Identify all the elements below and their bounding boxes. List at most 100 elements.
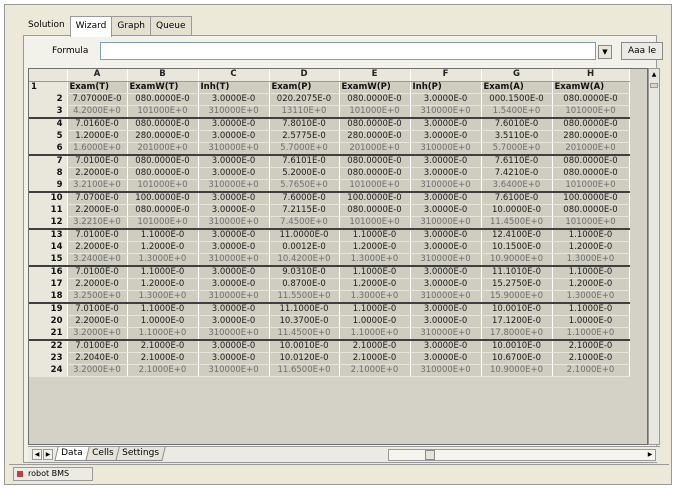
grid-cell[interactable]: 2.1000E+0 — [339, 364, 411, 377]
grid-cell[interactable]: 1.2000E-0 — [127, 241, 199, 254]
grid-cell[interactable]: 3.0000E-0 — [410, 264, 482, 279]
grid-cell[interactable]: 310000E+0 — [410, 327, 482, 340]
grid-cell[interactable]: 3.2500E+0 — [67, 290, 128, 303]
formula-input[interactable] — [100, 42, 596, 60]
grid-cell[interactable]: 2.5775E-0 — [269, 130, 340, 143]
grid-cell[interactable]: 101000E+0 — [339, 105, 411, 118]
grid-cell[interactable]: Inh(P) — [410, 81, 482, 94]
grid-cell[interactable]: 3.2100E+0 — [67, 179, 128, 192]
grid-cell[interactable]: 310000E+0 — [410, 142, 482, 155]
grid-cell[interactable]: 3.2000E+0 — [67, 327, 128, 340]
grid-cell[interactable]: 11.0000E-0 — [269, 227, 340, 242]
grid-cell[interactable]: 1.1000E-0 — [552, 227, 630, 242]
grid-cell[interactable]: 3.0000E-0 — [410, 204, 482, 217]
row-number[interactable]: 9 — [29, 179, 68, 192]
grid-cell[interactable]: 1.0000E-0 — [552, 315, 630, 328]
grid-cell[interactable]: 101000E+0 — [127, 216, 199, 229]
grid-cell[interactable]: 1.3000E+0 — [339, 253, 411, 266]
row-number[interactable]: 12 — [29, 216, 68, 229]
grid-cell[interactable]: 080.0000E-0 — [552, 204, 630, 217]
grid-cell[interactable]: 10.3700E-0 — [269, 315, 340, 328]
grid-cell[interactable]: 3.0000E-0 — [198, 190, 270, 205]
grid-cell[interactable]: 310000E+0 — [198, 290, 270, 303]
grid-cell[interactable]: 11.1000E-0 — [269, 301, 340, 316]
grid-cell[interactable]: 1.1000E-0 — [127, 301, 199, 316]
grid-cell[interactable]: Exam(T) — [67, 81, 128, 94]
grid-cell[interactable]: 7.07000E-0 — [67, 93, 128, 106]
grid-cell[interactable]: 1.5400E+0 — [481, 105, 553, 118]
row-number[interactable]: 20 — [29, 315, 68, 328]
column-header-g[interactable]: G — [481, 69, 553, 82]
grid-cell[interactable]: 7.2115E-0 — [269, 204, 340, 217]
grid-cell[interactable]: 080.0000E-0 — [552, 93, 630, 106]
grid-cell[interactable]: 100.0000E-0 — [339, 190, 411, 205]
grid-cell[interactable]: 1.2000E-0 — [67, 130, 128, 143]
row-number[interactable]: 18 — [29, 290, 68, 303]
grid-cell[interactable]: 3.0000E-0 — [198, 227, 270, 242]
grid-cell[interactable]: 3.0000E-0 — [410, 301, 482, 316]
grid-cell[interactable]: 1.2000E-0 — [339, 241, 411, 254]
grid-cell[interactable]: 201000E+0 — [127, 142, 199, 155]
grid-cell[interactable]: 080.0000E-0 — [339, 204, 411, 217]
grid-cell[interactable]: 7.4210E-0 — [481, 167, 553, 180]
row-number[interactable]: 14 — [29, 241, 68, 254]
grid-cell[interactable]: 1.1000E-0 — [339, 264, 411, 279]
horizontal-scrollbar[interactable]: ▶ — [388, 449, 656, 461]
grid-cell[interactable]: 7.0700E-0 — [67, 190, 128, 205]
row-number[interactable]: 23 — [29, 352, 68, 365]
grid-cell[interactable]: 3.0000E-0 — [410, 241, 482, 254]
grid-cell[interactable]: 3.5110E-0 — [481, 130, 553, 143]
row-number[interactable]: 2 — [29, 93, 68, 106]
grid-cell[interactable]: 2.1000E-0 — [127, 352, 199, 365]
grid-cell[interactable]: 3.0000E-0 — [410, 315, 482, 328]
grid-cell[interactable]: 3.0000E-0 — [410, 278, 482, 291]
grid-cell[interactable]: 2.2000E-0 — [67, 204, 128, 217]
row-number[interactable]: 1 — [29, 81, 68, 94]
tab-wizard[interactable]: Wizard — [69, 16, 113, 37]
grid-cell[interactable]: 10.9000E+0 — [481, 253, 553, 266]
grid-cell[interactable]: 310000E+0 — [410, 216, 482, 229]
grid-cell[interactable]: 5.7000E+0 — [481, 142, 553, 155]
grid-cell[interactable]: 7.6000E-0 — [269, 190, 340, 205]
sheet-tab-cells[interactable]: Cells — [84, 447, 120, 461]
grid-cell[interactable]: 3.0000E-0 — [410, 93, 482, 106]
grid-cell[interactable]: 101000E+0 — [339, 216, 411, 229]
grid-cell[interactable]: 1.2000E-0 — [552, 278, 630, 291]
grid-cell[interactable]: 3.0000E-0 — [410, 130, 482, 143]
grid-cell[interactable]: 1.0000E-0 — [127, 315, 199, 328]
grid-cell[interactable]: 2.1000E-0 — [552, 352, 630, 365]
sheet-tab-data[interactable]: Data — [54, 447, 90, 461]
grid-cell[interactable]: 080.0000E-0 — [127, 153, 199, 168]
grid-cell[interactable]: 080.0000E-0 — [127, 116, 199, 131]
grid-cell[interactable]: 10.0010E-0 — [481, 338, 553, 353]
grid-cell[interactable]: 11.4500E+0 — [269, 327, 340, 340]
grid-cell[interactable]: 100.0000E-0 — [552, 190, 630, 205]
grid-cell[interactable]: 3.0000E-0 — [198, 338, 270, 353]
grid-cell[interactable]: 310000E+0 — [410, 105, 482, 118]
grid-cell[interactable]: 3.0000E-0 — [410, 190, 482, 205]
grid-cell[interactable]: 17.8000E+0 — [481, 327, 553, 340]
grid-cell[interactable]: 1.6000E+0 — [67, 142, 128, 155]
column-header-h[interactable]: H — [552, 69, 630, 82]
grid-cell[interactable]: 2.1000E+0 — [552, 364, 630, 377]
grid-cell[interactable]: 7.0100E-0 — [67, 227, 128, 242]
grid-cell[interactable]: 10.0010E-0 — [269, 338, 340, 353]
row-number[interactable]: 24 — [29, 364, 68, 377]
row-number[interactable]: 7 — [29, 153, 68, 168]
grid-cell[interactable]: 17.1200E-0 — [481, 315, 553, 328]
grid-cell[interactable]: 2.2040E-0 — [67, 352, 128, 365]
grid-cell[interactable]: 3.0000E-0 — [198, 352, 270, 365]
grid-cell[interactable]: 310000E+0 — [198, 327, 270, 340]
grid-cell[interactable]: 1.1000E+0 — [552, 327, 630, 340]
first-sheet-button[interactable]: ◀ — [32, 449, 42, 460]
grid-cell[interactable]: 7.0100E-0 — [67, 301, 128, 316]
row-number[interactable]: 3 — [29, 105, 68, 118]
grid-cell[interactable]: 1.0000E-0 — [339, 315, 411, 328]
grid-cell[interactable]: 2.2000E-0 — [67, 167, 128, 180]
grid-cell[interactable]: 280.0000E-0 — [339, 130, 411, 143]
vertical-scrollbar[interactable]: ▲ — [648, 68, 660, 445]
grid-cell[interactable]: 201000E+0 — [552, 142, 630, 155]
grid-cell[interactable]: 7.0160E-0 — [67, 116, 128, 131]
grid-cell[interactable]: 10.4200E+0 — [269, 253, 340, 266]
grid-cell[interactable]: 3.0000E-0 — [198, 153, 270, 168]
